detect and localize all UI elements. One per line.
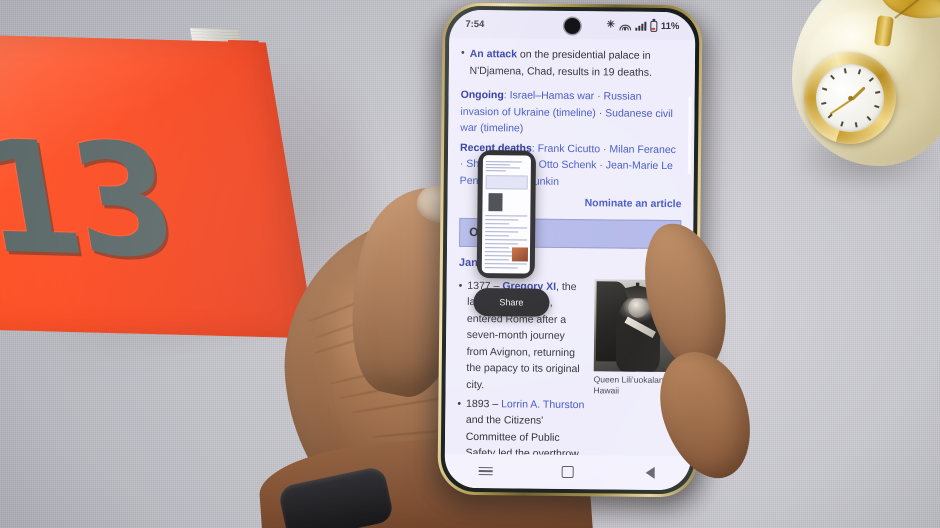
desk-vignette: [0, 0, 940, 528]
desk-scene: 13 7:54 ✳: [0, 0, 940, 528]
